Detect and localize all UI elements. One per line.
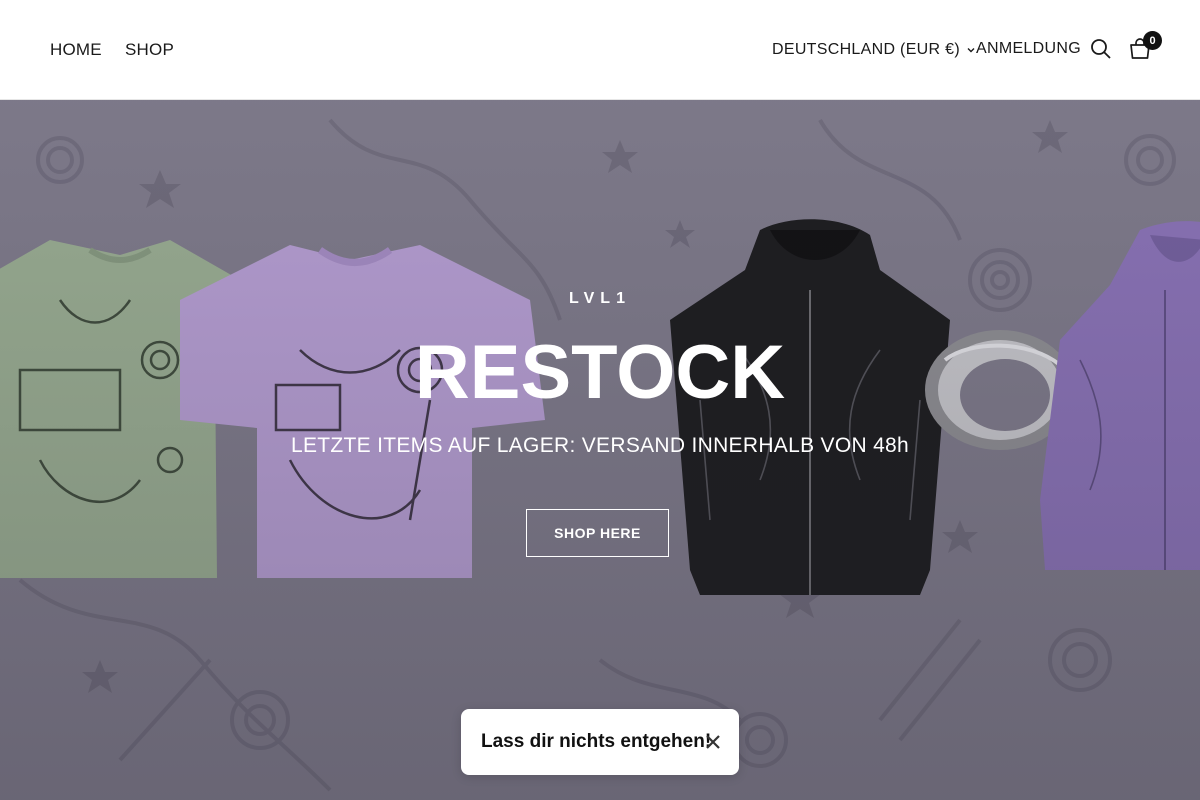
site-header: HOME SHOP DEUTSCHLAND (EUR €) ANMELDUNG … [0, 0, 1200, 100]
hero-banner: LVL1 RESTOCK LETZTE ITEMS AUF LAGER: VER… [0, 100, 1200, 800]
nav-home[interactable]: HOME [50, 40, 102, 60]
shop-here-button[interactable]: SHOP HERE [526, 509, 669, 557]
hero-subline: LETZTE ITEMS AUF LAGER: VERSAND INNERHAL… [290, 434, 910, 457]
chevron-down-icon [967, 48, 975, 53]
nav-shop[interactable]: SHOP [125, 40, 174, 60]
hero-headline: RESTOCK [414, 330, 786, 415]
search-icon[interactable] [1090, 38, 1112, 60]
login-link[interactable]: ANMELDUNG [976, 40, 1081, 58]
hero-eyebrow: LVL1 [569, 290, 631, 307]
country-selector-label: DEUTSCHLAND (EUR €) [772, 41, 960, 58]
cart-count-badge: 0 [1143, 31, 1162, 50]
toast-message: Lass dir nichts entgehen! [481, 731, 712, 752]
country-selector[interactable]: DEUTSCHLAND (EUR €) [772, 41, 976, 59]
newsletter-toast[interactable]: Lass dir nichts entgehen! [461, 709, 739, 775]
close-icon[interactable] [704, 733, 722, 751]
